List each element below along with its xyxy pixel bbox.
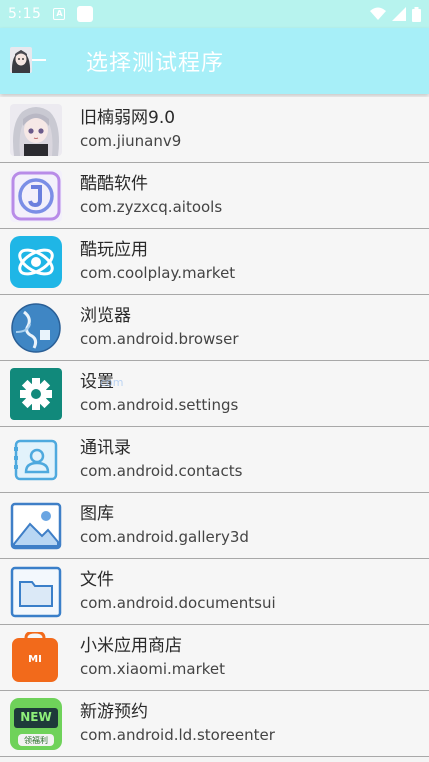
folder-icon <box>10 565 62 618</box>
list-item[interactable]: MI 小米应用商店 com.xiaomi.market <box>0 625 429 691</box>
globe-icon <box>10 301 62 354</box>
list-item[interactable]: 酷玩应用 com.coolplay.market <box>0 229 429 295</box>
list-item[interactable]: 文件 com.android.documentsui <box>0 559 429 625</box>
new-badge-subtext: 领福利 <box>24 735 48 745</box>
list-item[interactable]: 通讯录 com.android.contacts <box>0 427 429 493</box>
app-bar: 选择测试程序 <box>0 28 429 94</box>
avatar-icon <box>10 47 32 73</box>
mi-store-icon: MI <box>10 631 62 684</box>
list-item[interactable]: 设置 com.android.settings <box>0 361 429 427</box>
a-icon: A <box>53 8 66 20</box>
app-name: 浏览器 <box>80 306 131 326</box>
list-item[interactable]: NEW 领福利 新游预约 com.android.ld.storeenter <box>0 691 429 757</box>
gallery-icon <box>10 499 62 552</box>
app-package: com.zyzxcq.aitools <box>80 198 223 216</box>
status-right-icons <box>370 6 421 22</box>
app-name: 酷酷软件 <box>80 174 148 194</box>
mi-store-icon-label: MI <box>28 653 42 665</box>
app-name: 新游预约 <box>80 702 148 722</box>
app-name: 旧楠弱网9.0 <box>80 108 176 128</box>
list-item[interactable]: 浏览器 com.android.browser <box>0 295 429 361</box>
status-bar: 5:15 A <box>0 0 429 28</box>
app-package: com.coolplay.market <box>80 264 236 282</box>
back-arrow-icon <box>32 59 46 61</box>
app-name: 图库 <box>80 504 114 524</box>
app-package: com.android.ld.storeenter <box>80 726 275 744</box>
wifi-icon <box>370 7 386 20</box>
contacts-icon <box>10 433 62 486</box>
list-item[interactable]: 旧楠弱网9.0 com.jiunanv9 <box>0 97 429 163</box>
app-package: com.android.browser <box>80 330 239 348</box>
app-package: com.xiaomi.market <box>80 660 225 678</box>
anime-avatar-icon <box>10 103 62 156</box>
square-icon <box>77 6 94 22</box>
status-time: 5:15 <box>8 6 42 22</box>
app-name: 文件 <box>80 570 114 590</box>
signal-icon <box>392 7 406 21</box>
app-name: 通讯录 <box>80 438 131 458</box>
back-button[interactable] <box>10 41 60 81</box>
app-list: 旧楠弱网9.0 com.jiunanv9 酷酷软件 com.zyzxcq.ait… <box>0 97 429 757</box>
page-title: 选择测试程序 <box>86 51 225 76</box>
list-item[interactable]: 图库 com.android.gallery3d <box>0 493 429 559</box>
battery-icon <box>412 6 421 22</box>
coolplay-icon <box>10 235 62 288</box>
app-package: com.android.contacts <box>80 462 243 480</box>
new-badge-text: NEW <box>20 709 52 724</box>
app-name: 小米应用商店 <box>80 636 182 656</box>
new-game-icon: NEW 领福利 <box>10 697 62 750</box>
list-item[interactable]: 酷酷软件 com.zyzxcq.aitools <box>0 163 429 229</box>
app-name: 酷玩应用 <box>80 240 148 260</box>
app-package: com.android.documentsui <box>80 594 276 612</box>
app-package: com.jiunanv9 <box>80 132 182 150</box>
app-package: com.android.gallery3d <box>80 528 249 546</box>
gear-icon <box>10 367 62 420</box>
j-logo-icon <box>10 169 62 222</box>
app-package: com.android.settings <box>80 396 239 414</box>
watermark-text: com <box>100 376 124 389</box>
